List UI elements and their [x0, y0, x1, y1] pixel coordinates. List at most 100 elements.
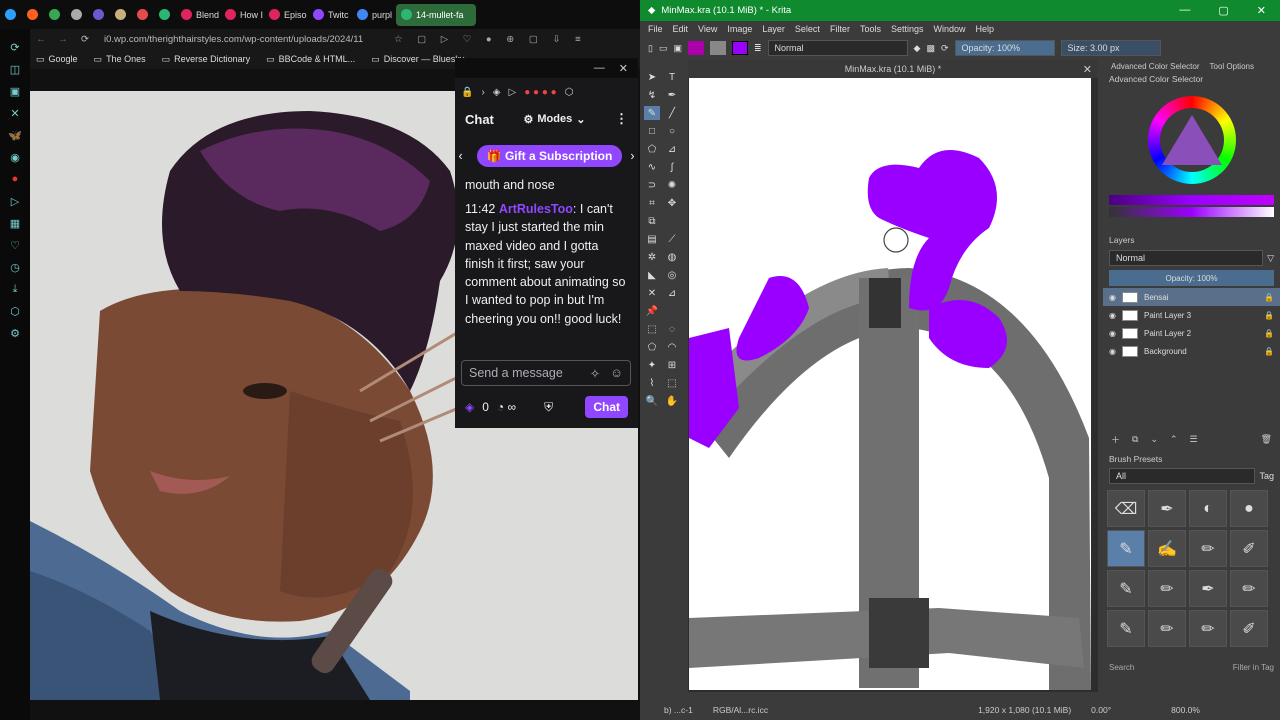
next-icon[interactable]: ›: [630, 149, 634, 163]
brush-preset-gray[interactable]: ✏: [1148, 610, 1186, 647]
save-icon[interactable]: ▣: [673, 43, 682, 54]
menu-item[interactable]: Edit: [673, 24, 689, 34]
browser-tab[interactable]: How I: [220, 4, 264, 26]
size-slider[interactable]: Size: 3.00 px: [1060, 40, 1161, 56]
gradient-tool-icon[interactable]: ▤: [644, 232, 660, 246]
bezier-tool-icon[interactable]: ∿: [644, 160, 660, 174]
download-icon[interactable]: ⤓: [8, 283, 22, 295]
browser-tab[interactable]: [0, 4, 22, 26]
eye-icon[interactable]: ◉: [1109, 347, 1116, 356]
brush-tag-label[interactable]: Tag: [1259, 471, 1274, 481]
heart-icon[interactable]: ♡: [8, 239, 22, 252]
extension-icons[interactable]: ☆ ▢ ▷ ♡ ● ⊕ ▢ ⇩ ≡: [394, 34, 587, 45]
brush-search-input[interactable]: Search: [1109, 663, 1134, 672]
brush-preset-blue-pen[interactable]: ✒: [1148, 490, 1186, 527]
brush-preset-texture[interactable]: ✐: [1230, 610, 1268, 647]
close-icon[interactable]: ✕: [619, 62, 628, 75]
menu-item[interactable]: File: [648, 24, 663, 34]
menu-item[interactable]: View: [698, 24, 717, 34]
color-swatch-icon[interactable]: [731, 41, 748, 55]
menu-item[interactable]: Filter: [830, 24, 850, 34]
new-document-icon[interactable]: ▯: [648, 43, 653, 54]
filter-icon[interactable]: ▽: [1267, 253, 1274, 264]
menu-item[interactable]: Image: [727, 24, 752, 34]
menu-item[interactable]: Settings: [891, 24, 924, 34]
brush-preset-dry[interactable]: ✏: [1148, 570, 1186, 607]
zoom-tool-icon[interactable]: 🔍: [644, 394, 660, 408]
pattern-icon[interactable]: [687, 41, 704, 55]
alpha-icon[interactable]: ▩: [926, 43, 935, 54]
menu-item[interactable]: Help: [976, 24, 995, 34]
emoji-icon[interactable]: ☺: [610, 366, 623, 381]
shield-icon[interactable]: ◈: [493, 87, 501, 98]
assistant-tool-icon[interactable]: ✕: [644, 286, 660, 300]
puzzle-icon[interactable]: ⬡: [565, 87, 574, 98]
chat-send-button[interactable]: Chat: [585, 396, 628, 418]
move-down-icon[interactable]: ⌄: [1150, 434, 1158, 445]
more-icon[interactable]: ⋮: [615, 111, 628, 127]
brush-preset-green[interactable]: ✏: [1189, 610, 1227, 647]
extension-icons[interactable]: ● ● ● ●: [524, 87, 557, 98]
calligraphy-icon[interactable]: ✒: [664, 88, 680, 102]
layer-properties-icon[interactable]: ☰: [1190, 434, 1198, 445]
browser-tab[interactable]: 14-mullet-fa: [396, 3, 476, 26]
close-icon[interactable]: ✕: [1257, 4, 1266, 17]
browser-tab[interactable]: Twitc: [308, 4, 352, 26]
move-tool-icon[interactable]: ✥: [664, 196, 680, 210]
brush-preset-pencil[interactable]: ✏: [1189, 530, 1227, 567]
twitch-icon[interactable]: ▣: [8, 85, 22, 98]
transform-icon[interactable]: ⧉: [644, 214, 660, 228]
reload-icon[interactable]: ⟳: [74, 34, 96, 45]
clock-icon[interactable]: ◷: [8, 261, 22, 274]
maximize-icon[interactable]: ▢: [1218, 4, 1228, 17]
freehand-select-icon[interactable]: ◠: [664, 340, 680, 354]
gradient-icon[interactable]: [709, 41, 726, 55]
colorize-mask-icon[interactable]: ◍: [664, 250, 680, 264]
tab-color-selector[interactable]: Advanced Color Selector: [1111, 62, 1200, 71]
x-icon[interactable]: ✕: [8, 107, 22, 120]
record-icon[interactable]: ●: [8, 173, 22, 185]
tab-tool-options[interactable]: Tool Options: [1210, 62, 1254, 71]
freehand-path-icon[interactable]: ∫: [664, 160, 680, 174]
close-document-icon[interactable]: ✕: [1083, 63, 1092, 76]
modes-button[interactable]: ⚙ Modes ⌄: [523, 113, 585, 126]
menu-item[interactable]: Select: [795, 24, 820, 34]
blend-mode-select[interactable]: Normal: [767, 40, 908, 56]
bookmark-item[interactable]: ▭ Reverse Dictionary: [162, 54, 251, 65]
browser-tab[interactable]: [66, 4, 88, 26]
lock-icon[interactable]: 🔒: [1264, 311, 1280, 320]
brush-preset-charcoal[interactable]: ✎: [1107, 570, 1145, 607]
reload-icon[interactable]: ⟳: [941, 43, 949, 54]
play-icon[interactable]: ▷: [8, 195, 22, 208]
grid-icon[interactable]: ▦: [8, 217, 22, 230]
browser-tab[interactable]: Blend: [176, 4, 220, 26]
bookmark-item[interactable]: ▭ Google: [36, 54, 78, 65]
saturation-triangle[interactable]: [1161, 115, 1222, 165]
bezier-select-icon[interactable]: ⌇: [644, 376, 660, 390]
select-tool-icon[interactable]: ➤: [644, 70, 660, 84]
polygon-tool-icon[interactable]: ⬠: [644, 142, 660, 156]
hue-slider[interactable]: [1109, 195, 1274, 205]
layer-row[interactable]: ◉ Bensai 🔒: [1103, 288, 1280, 306]
eye-icon[interactable]: ◉: [1109, 329, 1116, 338]
ellipse-tool-icon[interactable]: ○: [664, 124, 680, 138]
duplicate-layer-icon[interactable]: ⧉: [1132, 434, 1138, 445]
bookmark-item[interactable]: ▭ BBCode & HTML...: [266, 54, 355, 65]
open-folder-icon[interactable]: ▭: [659, 43, 668, 54]
shield-icon[interactable]: ⛨: [544, 400, 553, 415]
prev-icon[interactable]: ‹: [459, 149, 463, 163]
bookmark-item[interactable]: ▭ Discover — Bluesky: [371, 54, 464, 65]
layer-blend-select[interactable]: Normal: [1109, 250, 1264, 266]
polyline-tool-icon[interactable]: ⊿: [664, 142, 680, 156]
discord-icon[interactable]: ◉: [8, 151, 22, 164]
address-bar[interactable]: ← → ⟳ i0.wp.com/therighthairstyles.com/w…: [30, 29, 640, 49]
browser-tab[interactable]: purpl: [352, 4, 396, 26]
cube-icon[interactable]: ⬡: [8, 305, 22, 318]
brush-preset-soft[interactable]: ●: [1230, 490, 1268, 527]
smart-patch-icon[interactable]: ✲: [644, 250, 660, 264]
menu-item[interactable]: Window: [933, 24, 965, 34]
move-up-icon[interactable]: ⌃: [1170, 434, 1178, 445]
brush-preset-marker[interactable]: ✐: [1230, 530, 1268, 567]
layer-opacity-slider[interactable]: Opacity: 100%: [1109, 270, 1274, 286]
line-tool-icon[interactable]: ╱: [664, 106, 680, 120]
